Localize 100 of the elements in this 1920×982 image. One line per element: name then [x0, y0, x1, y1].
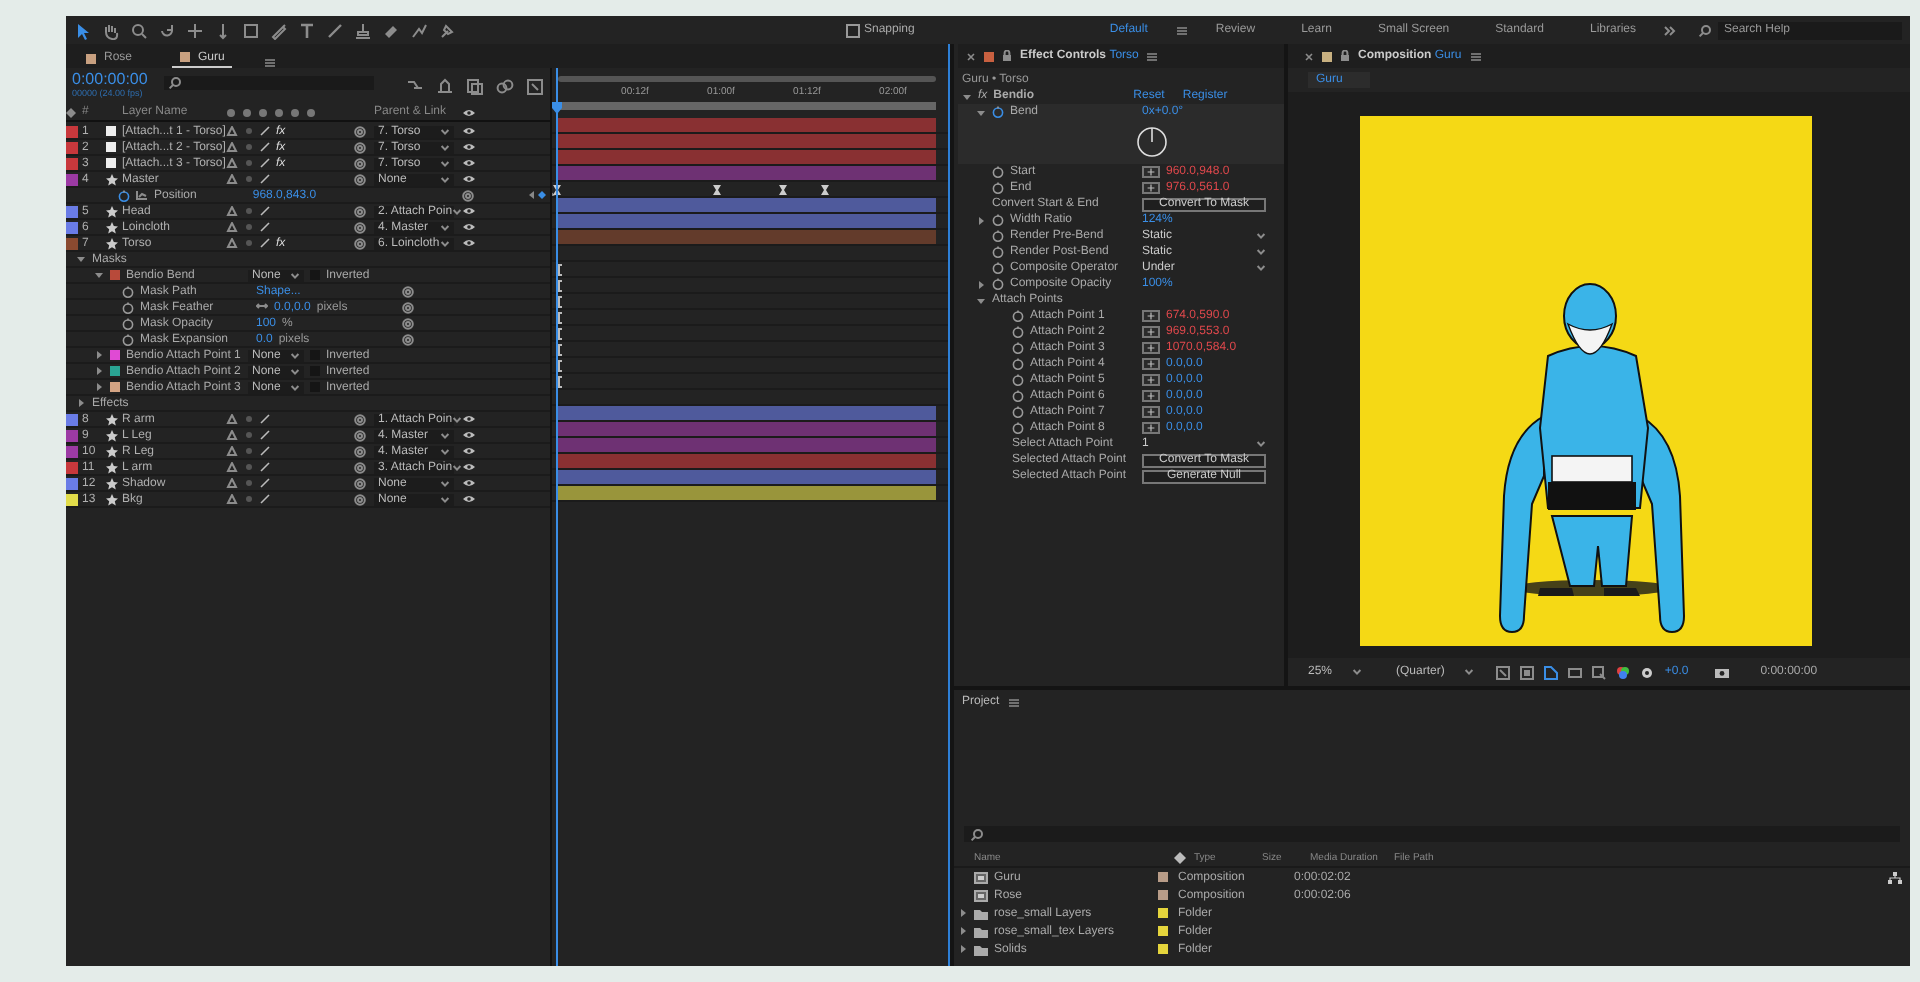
- crosshair-button-icon[interactable]: [1142, 422, 1160, 434]
- playhead-icon[interactable]: [552, 102, 562, 114]
- label-swatch[interactable]: [1158, 926, 1168, 936]
- frame-blend-icon[interactable]: [436, 78, 454, 96]
- stopwatch-icon[interactable]: [992, 214, 1004, 226]
- mask-color-swatch[interactable]: [110, 382, 120, 392]
- disclosure-triangle-icon[interactable]: [976, 295, 986, 305]
- stopwatch-icon[interactable]: [1012, 326, 1024, 338]
- stopwatch-icon[interactable]: [1012, 406, 1024, 418]
- search-icon[interactable]: [167, 76, 182, 90]
- eye-icon[interactable]: [462, 142, 476, 152]
- label-swatch[interactable]: [66, 157, 78, 169]
- disclosure-triangle-icon[interactable]: [976, 279, 986, 289]
- eye-icon[interactable]: [462, 222, 476, 232]
- crosshair-button-icon[interactable]: [1142, 310, 1160, 322]
- arrow-down-tool-icon[interactable]: [214, 21, 232, 39]
- cross-tool-icon[interactable]: [186, 21, 204, 39]
- label-swatch[interactable]: [66, 237, 78, 249]
- zoom-tool-icon[interactable]: [130, 21, 148, 39]
- more-chevron-icon[interactable]: [1664, 25, 1676, 35]
- mask-visibility-icon[interactable]: [1544, 665, 1559, 679]
- menu-icon[interactable]: [1007, 697, 1020, 707]
- stopwatch-icon[interactable]: [122, 285, 134, 297]
- flowchart-icon[interactable]: [1888, 872, 1902, 884]
- crosshair-button-icon[interactable]: [1142, 390, 1160, 402]
- crosshair-button-icon[interactable]: [1142, 406, 1160, 418]
- stopwatch-icon[interactable]: [1012, 358, 1024, 370]
- disclosure-triangle-icon[interactable]: [76, 254, 86, 264]
- stopwatch-icon[interactable]: [1012, 390, 1024, 402]
- type-tool-icon[interactable]: [298, 21, 316, 39]
- guides-icon[interactable]: [1592, 665, 1607, 679]
- stopwatch-icon[interactable]: [122, 301, 134, 313]
- label-swatch[interactable]: [66, 413, 78, 425]
- disclosure-triangle-icon[interactable]: [94, 366, 104, 376]
- pen-tool-icon[interactable]: [270, 21, 288, 39]
- graph-editor-icon[interactable]: [496, 78, 514, 96]
- stopwatch-icon[interactable]: [1012, 342, 1024, 354]
- eye-icon[interactable]: [462, 414, 476, 424]
- crosshair-button-icon[interactable]: [1142, 166, 1160, 178]
- keyframe-navigator-icon[interactable]: [528, 190, 557, 200]
- disclosure-triangle-icon[interactable]: [962, 91, 972, 101]
- eye-icon[interactable]: [462, 158, 476, 168]
- stopwatch-icon[interactable]: [992, 262, 1004, 274]
- stopwatch-icon[interactable]: [118, 189, 130, 201]
- crosshair-button-icon[interactable]: [1142, 182, 1160, 194]
- search-icon[interactable]: [1698, 23, 1712, 37]
- menu-icon[interactable]: [1469, 51, 1482, 61]
- crosshair-button-icon[interactable]: [1142, 358, 1160, 370]
- scrub-icon[interactable]: [256, 301, 268, 309]
- eye-icon[interactable]: [462, 430, 476, 440]
- label-swatch[interactable]: [66, 493, 78, 505]
- disclosure-triangle-icon[interactable]: [94, 270, 104, 280]
- keyframe-icon[interactable]: [711, 184, 722, 196]
- keyframe-icon[interactable]: [778, 184, 789, 196]
- selection-tool-icon[interactable]: [74, 21, 92, 39]
- hand-tool-icon[interactable]: [102, 21, 120, 39]
- comp-button-icon[interactable]: [526, 78, 544, 96]
- search-icon[interactable]: [970, 827, 984, 841]
- mask-color-swatch[interactable]: [110, 270, 120, 280]
- rotate-tool-icon[interactable]: [158, 21, 176, 39]
- label-swatch[interactable]: [66, 141, 78, 153]
- menu-icon[interactable]: [1146, 51, 1159, 61]
- stopwatch-icon[interactable]: [992, 230, 1004, 242]
- project-search-field[interactable]: [964, 826, 1900, 842]
- pin-tool-icon[interactable]: [438, 21, 456, 39]
- label-swatch[interactable]: [66, 461, 78, 473]
- label-swatch[interactable]: [1158, 872, 1168, 882]
- pick-whip-icon[interactable]: [462, 189, 475, 201]
- eye-icon[interactable]: [462, 126, 476, 136]
- stamp-tool-icon[interactable]: [354, 21, 372, 39]
- stopwatch-icon[interactable]: [1012, 422, 1024, 434]
- eye-icon[interactable]: [462, 494, 476, 504]
- close-icon[interactable]: [966, 51, 976, 61]
- layer-search-field[interactable]: [163, 76, 374, 90]
- crosshair-button-icon[interactable]: [1142, 326, 1160, 338]
- disclosure-triangle-icon[interactable]: [94, 350, 104, 360]
- label-swatch[interactable]: [1158, 908, 1168, 918]
- rectangle-tool-icon[interactable]: [242, 21, 260, 39]
- current-time[interactable]: 0:00:00:00: [72, 70, 148, 88]
- roto-brush-icon[interactable]: [410, 21, 428, 39]
- eye-icon[interactable]: [462, 478, 476, 488]
- stopwatch-icon[interactable]: [1012, 310, 1024, 322]
- exposure-icon[interactable]: [1640, 665, 1655, 679]
- label-swatch[interactable]: [66, 173, 78, 185]
- label-swatch[interactable]: [66, 125, 78, 137]
- eye-icon[interactable]: [462, 174, 476, 184]
- stopwatch-icon[interactable]: [1012, 374, 1024, 386]
- crosshair-button-icon[interactable]: [1142, 342, 1160, 354]
- color-channels-icon[interactable]: [1616, 665, 1631, 679]
- angle-dial[interactable]: [1136, 126, 1168, 158]
- region-icon[interactable]: [1568, 665, 1583, 679]
- disclosure-triangle-icon[interactable]: [976, 107, 986, 117]
- disclosure-triangle-icon[interactable]: [76, 398, 86, 408]
- stopwatch-icon[interactable]: [992, 106, 1004, 118]
- fast-preview-icon[interactable]: [1496, 665, 1511, 679]
- label-swatch[interactable]: [66, 429, 78, 441]
- stopwatch-icon[interactable]: [992, 246, 1004, 258]
- stopwatch-icon[interactable]: [992, 278, 1004, 290]
- eye-icon[interactable]: [462, 238, 476, 248]
- crosshair-button-icon[interactable]: [1142, 374, 1160, 386]
